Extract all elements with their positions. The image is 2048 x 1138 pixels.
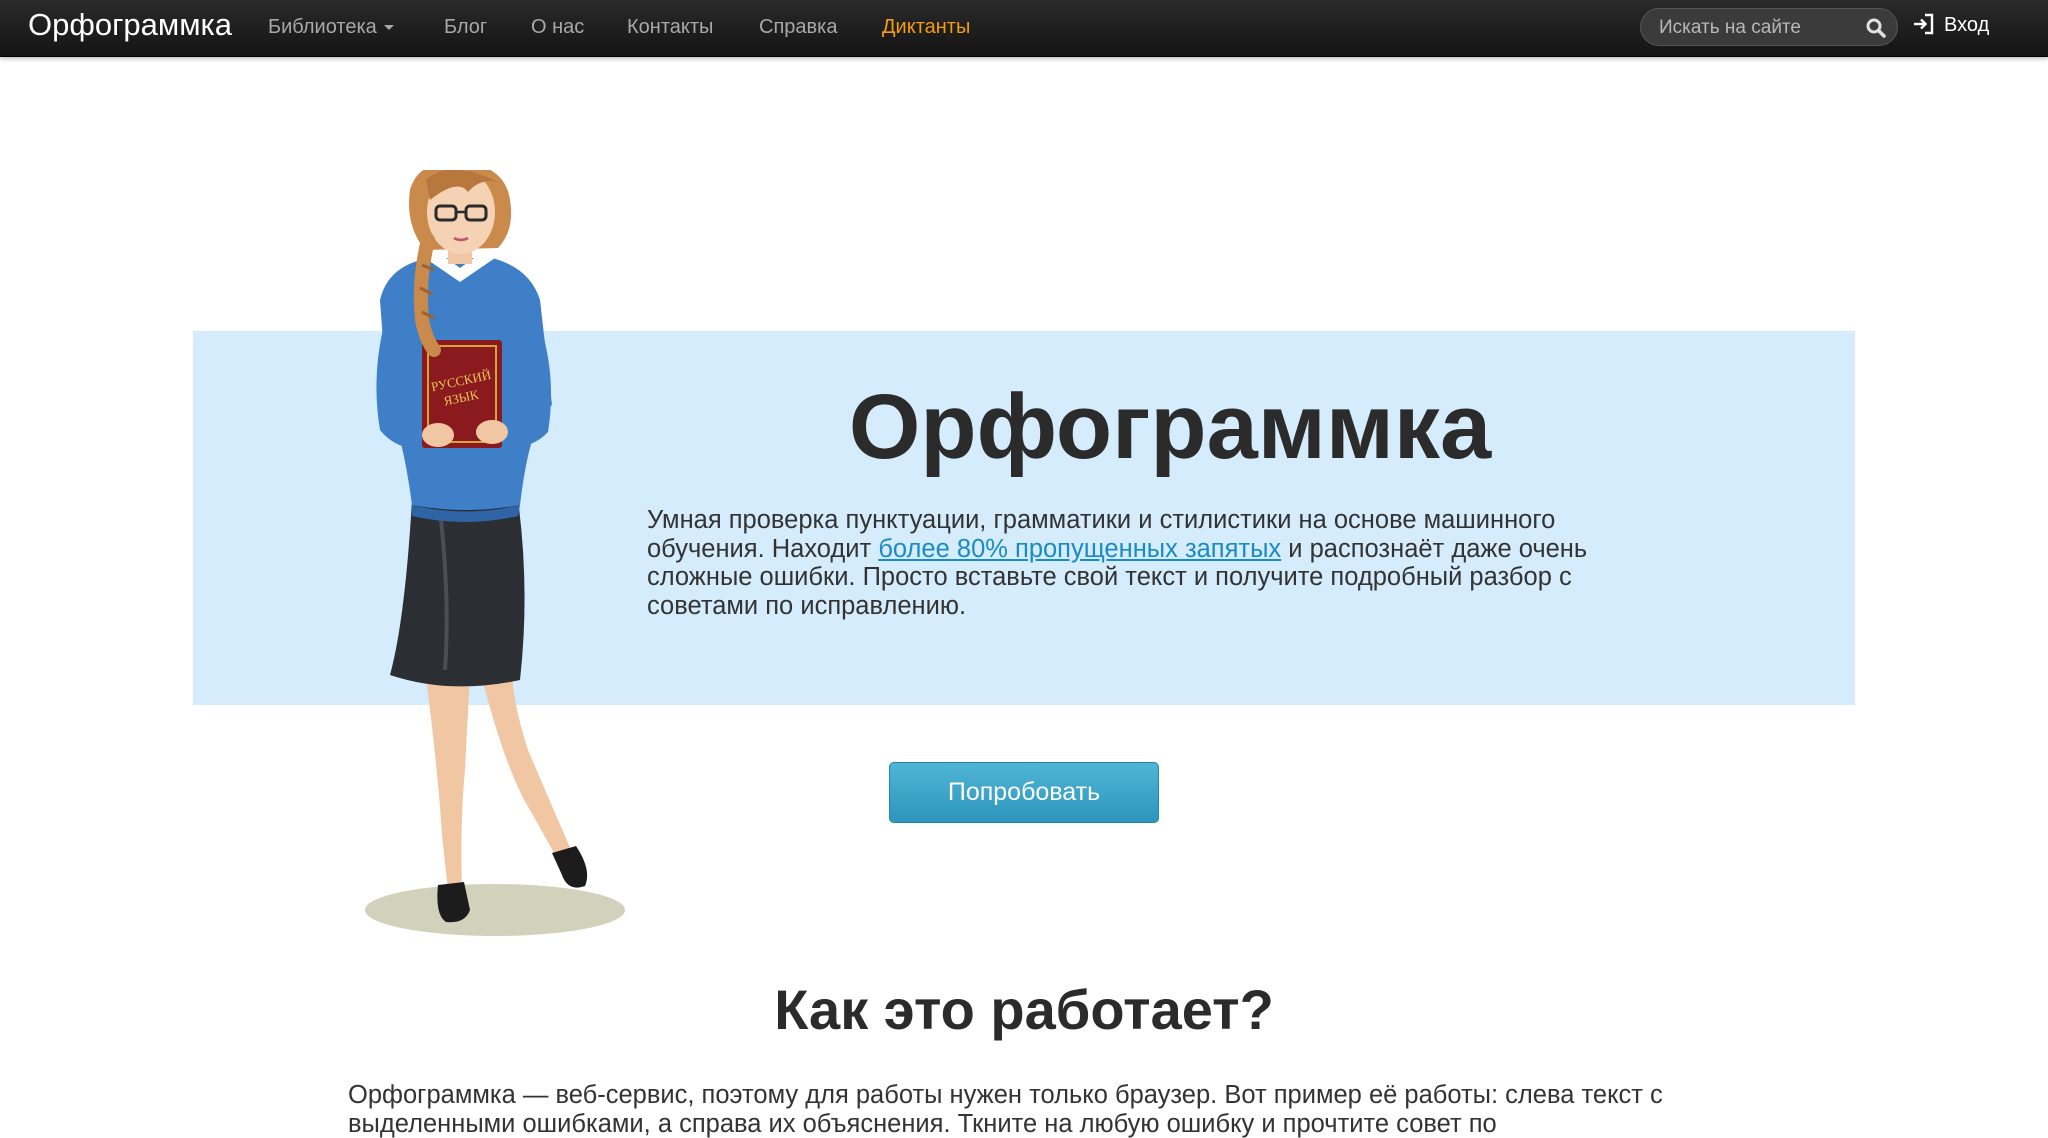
nav-item-about[interactable]: О нас	[531, 15, 584, 39]
search-icon[interactable]	[1865, 17, 1887, 39]
how-it-works-text: Орфограммка — веб-сервис, поэтому для ра…	[348, 1081, 1663, 1138]
how-it-works-heading: Как это работает?	[774, 978, 1274, 1041]
brand-logo-link[interactable]: Орфограммка	[28, 8, 232, 42]
nav-item-library[interactable]: Библиотека	[268, 15, 394, 39]
nav-item-contacts[interactable]: Контакты	[627, 15, 713, 39]
caret-down-icon	[383, 25, 394, 31]
sign-in-icon	[1914, 13, 1934, 34]
site-search	[1640, 8, 1898, 47]
teacher-illustration: РУССКИЙ ЯЗЫК	[365, 170, 625, 936]
nav-item-dictations[interactable]: Диктанты	[882, 15, 970, 39]
top-navbar: Орфограммка Библиотека Блог О нас Контак…	[0, 0, 2048, 57]
hero-description: Умная проверка пунктуации, грамматики и …	[647, 506, 1647, 620]
comma-stats-link[interactable]: более 80% пропущенных запятых	[878, 535, 1281, 563]
try-button[interactable]: Попробовать	[889, 762, 1159, 823]
login-label: Вход	[1944, 14, 1990, 36]
nav-item-help[interactable]: Справка	[759, 15, 837, 39]
nav-item-blog[interactable]: Блог	[444, 15, 487, 39]
nav-item-label: Библиотека	[268, 16, 377, 38]
search-input[interactable]	[1657, 9, 1861, 47]
hero-title: Орфограммка	[848, 376, 1492, 478]
login-link[interactable]: Вход	[1912, 12, 1989, 40]
